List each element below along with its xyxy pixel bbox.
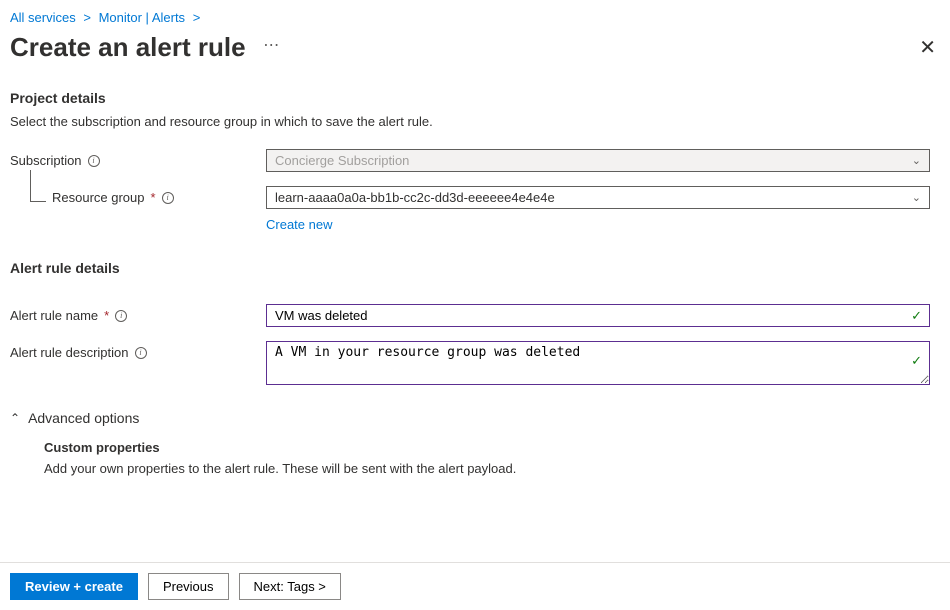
resource-group-label: Resource group * i <box>10 190 266 205</box>
review-create-button[interactable]: Review + create <box>10 573 138 600</box>
page-title: Create an alert rule <box>10 32 246 63</box>
resource-group-field: learn-aaaa0a0a-bb1b-cc2c-dd3d-eeeeee4e4e… <box>266 186 930 209</box>
resource-group-select[interactable]: learn-aaaa0a0a-bb1b-cc2c-dd3d-eeeeee4e4e… <box>266 186 930 209</box>
subscription-label: Subscription i <box>10 153 266 168</box>
subscription-select: Concierge Subscription ⌄ <box>266 149 930 172</box>
alert-rule-name-field-wrap: ✓ <box>266 304 930 327</box>
info-icon[interactable]: i <box>115 310 127 322</box>
breadcrumb-sep-1: > <box>83 10 91 25</box>
required-asterisk: * <box>104 308 109 323</box>
resource-group-value: learn-aaaa0a0a-bb1b-cc2c-dd3d-eeeeee4e4e… <box>275 190 555 205</box>
resource-group-label-text: Resource group <box>52 190 145 205</box>
chevron-down-icon: ⌄ <box>912 191 921 204</box>
subscription-row: Subscription i Concierge Subscription ⌄ <box>10 149 940 172</box>
alert-rule-description-label: Alert rule description i <box>10 341 266 360</box>
resource-group-row: Resource group * i learn-aaaa0a0a-bb1b-c… <box>10 186 940 209</box>
form-content: Project details Select the subscription … <box>0 74 950 476</box>
alert-rule-description-label-text: Alert rule description <box>10 345 129 360</box>
alert-rule-description-field-wrap: ✓ <box>266 341 930 388</box>
advanced-options-toggle[interactable]: ⌃ Advanced options <box>10 410 940 426</box>
chevron-down-icon: ⌄ <box>912 154 921 167</box>
close-icon[interactable]: ✕ <box>915 31 940 64</box>
breadcrumb: All services > Monitor | Alerts > <box>0 0 950 29</box>
breadcrumb-sep-2: > <box>193 10 201 25</box>
create-new-link[interactable]: Create new <box>266 217 332 232</box>
alert-rule-name-label-text: Alert rule name <box>10 308 98 323</box>
custom-properties-title: Custom properties <box>10 440 940 455</box>
more-actions-button[interactable]: ⋯ <box>263 35 280 55</box>
project-details-title: Project details <box>10 90 940 106</box>
previous-button[interactable]: Previous <box>148 573 229 600</box>
chevron-up-icon: ⌃ <box>10 411 20 425</box>
required-asterisk: * <box>151 190 156 205</box>
advanced-options-label: Advanced options <box>28 410 139 426</box>
alert-rule-details-section: Alert rule details Alert rule name * i ✓… <box>10 260 940 476</box>
page-header: Create an alert rule ⋯ ✕ <box>0 29 950 74</box>
subscription-label-text: Subscription <box>10 153 82 168</box>
alert-rule-name-label: Alert rule name * i <box>10 308 266 323</box>
alert-rule-description-input[interactable] <box>266 341 930 385</box>
info-icon[interactable]: i <box>88 155 100 167</box>
alert-rule-details-title: Alert rule details <box>10 260 940 276</box>
alert-rule-description-row: Alert rule description i ✓ <box>10 341 940 388</box>
info-icon[interactable]: i <box>162 192 174 204</box>
create-new-row: Create new <box>266 217 940 232</box>
check-icon: ✓ <box>911 353 922 369</box>
breadcrumb-link-all-services[interactable]: All services <box>10 10 76 25</box>
subscription-value: Concierge Subscription <box>275 153 409 168</box>
breadcrumb-link-monitor-alerts[interactable]: Monitor | Alerts <box>99 10 185 25</box>
subscription-field: Concierge Subscription ⌄ <box>266 149 930 172</box>
check-icon: ✓ <box>911 308 922 324</box>
info-icon[interactable]: i <box>135 347 147 359</box>
next-tags-button[interactable]: Next: Tags > <box>239 573 341 600</box>
alert-rule-name-row: Alert rule name * i ✓ <box>10 304 940 327</box>
custom-properties-description: Add your own properties to the alert rul… <box>10 461 940 476</box>
alert-rule-name-input[interactable] <box>266 304 930 327</box>
project-details-description: Select the subscription and resource gro… <box>10 114 940 129</box>
footer-bar: Review + create Previous Next: Tags > <box>0 562 950 610</box>
